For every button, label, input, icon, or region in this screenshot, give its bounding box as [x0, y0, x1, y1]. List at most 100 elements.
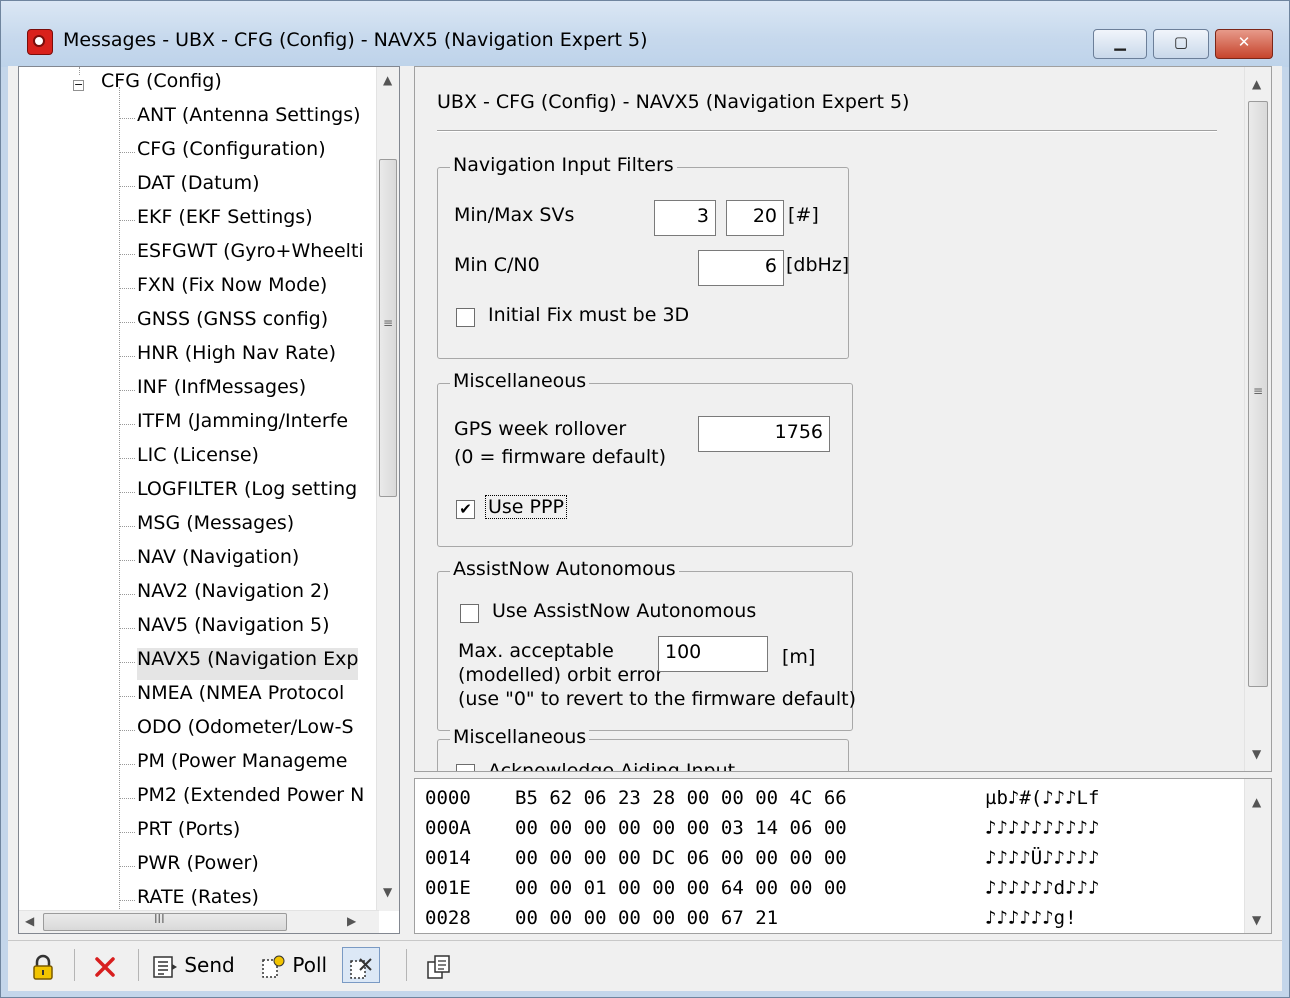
poll-label: Poll	[292, 953, 328, 977]
misc-group-1: Miscellaneous GPS week rollover (0 = fir…	[437, 370, 853, 547]
tree-item[interactable]: LOGFILTER (Log setting	[137, 478, 357, 510]
tree-line	[119, 87, 120, 933]
scroll-left-icon[interactable]: ◀	[25, 914, 34, 928]
assistnow-label[interactable]: Use AssistNow Autonomous	[492, 600, 756, 622]
auto-poll-button[interactable]	[342, 947, 380, 983]
collapse-icon[interactable]: −	[73, 79, 84, 91]
ppp-checkbox[interactable]: ✔	[456, 500, 475, 519]
tree-line	[119, 798, 135, 799]
pane-vertical-scrollbar[interactable]: ▲ ≡ ▼	[1244, 67, 1271, 771]
scroll-up-icon[interactable]: ▲	[1252, 795, 1261, 809]
tree-item[interactable]: INF (InfMessages)	[137, 376, 306, 408]
grip-icon: III	[154, 912, 165, 926]
scroll-thumb[interactable]: ≡	[379, 159, 397, 497]
tree-line	[119, 866, 135, 867]
assistnow-group: AssistNow Autonomous Use AssistNow Auton…	[437, 558, 856, 731]
hex-ascii: ♪♪♪♪Ü♪♪♪♪♪	[985, 847, 1100, 869]
group-title: Miscellaneous	[450, 370, 590, 392]
close-button[interactable]: ✕	[1215, 29, 1273, 59]
maximize-button[interactable]: ▢	[1153, 29, 1209, 59]
tree-item[interactable]: ITFM (Jamming/Interfe	[137, 410, 348, 442]
grip-icon: ≡	[383, 316, 394, 330]
max-svs-input[interactable]: 20	[726, 200, 784, 236]
tree-line	[119, 662, 135, 663]
hex-bytes: 00 00 00 00 00 00 03 14 06 00	[515, 817, 847, 839]
toolbar-separator	[138, 949, 139, 981]
ppp-label[interactable]: Use PPP	[485, 495, 567, 519]
scroll-up-icon[interactable]: ▲	[383, 73, 392, 87]
lock-button[interactable]	[32, 947, 54, 983]
tree-line	[119, 730, 135, 731]
tree-vertical-scrollbar[interactable]: ▲ ≡ ▼	[376, 67, 399, 911]
scroll-thumb-h[interactable]: III	[43, 912, 287, 931]
tree-line	[119, 764, 135, 765]
orbit-note: (use "0" to revert to the firmware defau…	[458, 688, 856, 710]
tree-item[interactable]: ANT (Antenna Settings)	[137, 104, 361, 136]
hex-ascii: ♪♪♪♪♪♪g!	[985, 907, 1077, 929]
tree-line	[119, 322, 135, 323]
tree-item[interactable]: ESFGWT (Gyro+Wheelti	[137, 240, 364, 272]
hex-offset: 0028	[425, 907, 471, 929]
tree-item[interactable]: NAV (Navigation)	[137, 546, 299, 578]
fix3d-checkbox[interactable]	[456, 308, 475, 327]
hex-vertical-scrollbar[interactable]: ▲ ▼	[1244, 779, 1271, 933]
message-tree[interactable]: − CFG (Config) ANT (Antenna Settings) CFG…	[18, 66, 400, 934]
ack-aiding-label[interactable]: Acknowledge Aiding Input	[488, 760, 735, 771]
send-button[interactable]: Send	[152, 947, 235, 983]
tree-item[interactable]: NAV2 (Navigation 2)	[137, 580, 330, 612]
group-title: Miscellaneous	[450, 726, 590, 748]
tree-item[interactable]: HNR (High Nav Rate)	[137, 342, 336, 374]
tree-item[interactable]: NMEA (NMEA Protocol	[137, 682, 344, 714]
tree-item[interactable]: NAV5 (Navigation 5)	[137, 614, 330, 646]
orbit-error-input[interactable]: 100	[658, 636, 768, 672]
hex-offset: 000A	[425, 817, 471, 839]
copy-button[interactable]	[426, 947, 452, 983]
scroll-down-icon[interactable]: ▼	[1252, 747, 1261, 761]
tree-line	[119, 288, 135, 289]
misc-group-2: Miscellaneous Acknowledge Aiding Input	[437, 726, 849, 771]
tree-horizontal-scrollbar[interactable]: ◀ III ▶	[19, 910, 379, 933]
svs-unit: [#]	[788, 204, 819, 226]
scroll-down-icon[interactable]: ▼	[1252, 913, 1261, 927]
orbit-label-2: (modelled) orbit error	[458, 664, 664, 686]
tree-item[interactable]: PWR (Power)	[137, 852, 259, 884]
tree-item[interactable]: PRT (Ports)	[137, 818, 240, 850]
tree-item[interactable]: LIC (License)	[137, 444, 259, 476]
minimize-button[interactable]: ▁	[1093, 29, 1147, 59]
min-cno-input[interactable]: 6	[698, 250, 784, 286]
tree-item[interactable]: NAVX5 (Navigation Exp	[137, 648, 359, 680]
tree-line	[119, 560, 135, 561]
tree-line	[119, 356, 135, 357]
tree-item[interactable]: ODO (Odometer/Low-S	[137, 716, 354, 748]
tree-item[interactable]: PM (Power Manageme	[137, 750, 347, 782]
fix3d-label[interactable]: Initial Fix must be 3D	[488, 304, 689, 326]
min-svs-input[interactable]: 3	[654, 200, 716, 236]
scroll-up-icon[interactable]: ▲	[1252, 77, 1261, 91]
scroll-thumb[interactable]: ≡	[1248, 101, 1268, 687]
tree-item[interactable]: GNSS (GNSS config)	[137, 308, 328, 340]
rollover-input[interactable]: 1756	[698, 416, 830, 452]
tree-line	[119, 492, 135, 493]
poll-button[interactable]: Poll	[260, 947, 327, 983]
tree-line	[119, 390, 135, 391]
tree-line	[119, 152, 135, 153]
tree-item[interactable]: FXN (Fix Now Mode)	[137, 274, 327, 306]
tree-item[interactable]: EKF (EKF Settings)	[137, 206, 313, 238]
tree-item[interactable]: PM2 (Extended Power N	[137, 784, 364, 816]
scroll-right-icon[interactable]: ▶	[347, 914, 356, 928]
delete-button[interactable]	[94, 947, 116, 983]
tree-line	[119, 220, 135, 221]
scroll-down-icon[interactable]: ▼	[383, 885, 392, 899]
min-max-svs-label: Min/Max SVs	[454, 204, 575, 226]
ack-aiding-checkbox[interactable]	[456, 764, 475, 771]
tree-line	[119, 628, 135, 629]
tree-item[interactable]: CFG (Configuration)	[137, 138, 326, 170]
window-title: Messages - UBX - CFG (Config) - NAVX5 (N…	[63, 29, 648, 51]
title-bar[interactable]: Messages - UBX - CFG (Config) - NAVX5 (N…	[1, 1, 1289, 67]
assistnow-checkbox[interactable]	[460, 604, 479, 623]
tree-item[interactable]: MSG (Messages)	[137, 512, 294, 544]
maximize-icon: ▢	[1173, 33, 1189, 51]
tree-item[interactable]: DAT (Datum)	[137, 172, 260, 204]
orbit-label-1: Max. acceptable	[458, 640, 614, 662]
hex-dump[interactable]: 0000 B5 62 06 23 28 00 00 00 4C 66 µb♪#(♪♪…	[414, 778, 1272, 934]
